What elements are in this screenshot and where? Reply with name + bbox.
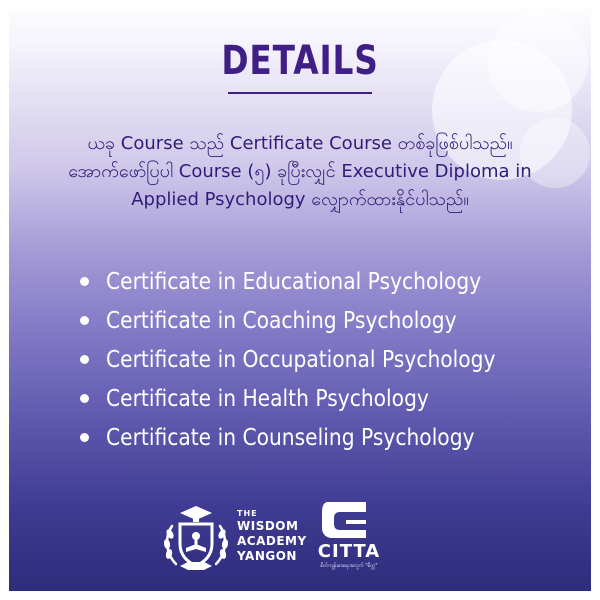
- intro-paragraph: ယခု Course သည် Certificate Course တစ်ခုဖ…: [40, 130, 560, 214]
- list-item: Certificate in Health Psychology: [80, 379, 549, 418]
- course-name: Certificate in Coaching Psychology: [106, 307, 457, 334]
- intro-line: ယခု Course သည် Certificate Course တစ်ခုဖ…: [87, 133, 513, 154]
- course-name: Certificate in Health Psychology: [106, 385, 429, 412]
- bullet-icon: [80, 433, 89, 442]
- course-list: Certificate in Educational Psychology Ce…: [80, 262, 549, 457]
- title-underline: [228, 92, 372, 94]
- wordmark-line: WISDOM: [237, 519, 299, 533]
- bullet-icon: [80, 394, 89, 403]
- page-title: DETAILS: [221, 38, 379, 84]
- intro-line: Applied Psychology လျှောက်ထားနိုင်ပါသည်။: [131, 189, 469, 210]
- wordmark-line: YANGON: [237, 549, 297, 563]
- course-name: Certificate in Counseling Psychology: [106, 424, 475, 451]
- wisdom-academy-wordmark: THE WISDOM ACADEMY YANGON: [237, 509, 307, 564]
- citta-tagline: စိတ်ကျန်းမာရေးအတွက် "စိတ္တ": [320, 563, 378, 569]
- citta-wordmark: CITTA: [317, 541, 381, 562]
- list-item: Certificate in Occupational Psychology: [80, 340, 549, 379]
- list-item: Certificate in Coaching Psychology: [80, 301, 549, 340]
- list-item: Certificate in Educational Psychology: [80, 262, 549, 301]
- intro-line: အောက်ဖော်ပြပါ Course (၅) ခုပြီးလျှင် Exe…: [68, 161, 532, 182]
- wordmark-line: THE: [237, 509, 258, 518]
- wordmark-line: ACADEMY: [237, 534, 307, 548]
- bullet-icon: [80, 355, 89, 364]
- citta-logo-icon: [322, 502, 366, 538]
- list-item: Certificate in Counseling Psychology: [80, 418, 549, 457]
- bullet-icon: [80, 277, 89, 286]
- wisdom-academy-emblem-icon: [163, 506, 229, 570]
- course-name: Certificate in Occupational Psychology: [106, 346, 496, 373]
- details-poster: DETAILS ယခု Course သည် Certificate Cours…: [0, 0, 600, 600]
- course-name: Certificate in Educational Psychology: [106, 268, 482, 295]
- bullet-icon: [80, 316, 89, 325]
